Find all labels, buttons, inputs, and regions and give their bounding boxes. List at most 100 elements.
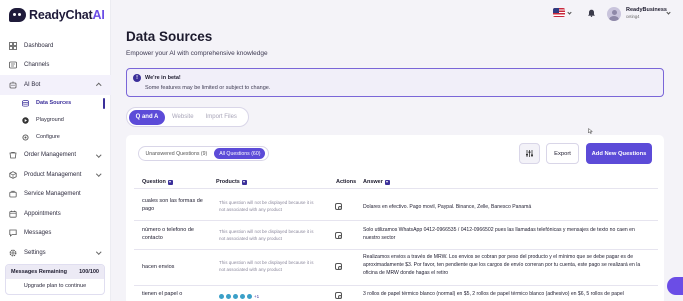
view-action-icon[interactable] (335, 232, 342, 239)
beta-title: We're in beta! (145, 75, 181, 81)
sidebar-subitem-playground[interactable]: Playground (0, 112, 111, 129)
view-action-icon[interactable] (335, 203, 342, 210)
sort-icon[interactable] (167, 179, 173, 185)
view-action-icon[interactable] (335, 292, 342, 299)
more-products-count[interactable]: +1 (254, 294, 259, 299)
column-header-question[interactable]: Question (142, 179, 173, 185)
sort-icon[interactable] (241, 179, 247, 185)
tab-website[interactable]: Website (167, 110, 199, 125)
sidebar-item-appointments[interactable]: Appointments (0, 204, 111, 224)
tab-q-and-a[interactable]: Q and A (129, 109, 165, 125)
column-header-label: Question (142, 179, 166, 185)
products-cell: This question will not be displayed beca… (219, 229, 314, 241)
sidebar-subitem-data-sources[interactable]: Data Sources (0, 95, 111, 112)
page-subtitle: Empower your AI with comprehensive knowl… (126, 50, 268, 57)
column-header-actions: Actions (336, 179, 356, 185)
chevron-down-icon (95, 151, 101, 157)
tab-all-questions[interactable]: All Questions (60) (214, 148, 266, 159)
sidebar-item-settings[interactable]: Settings (0, 243, 111, 263)
question-filter-tabs: Unanswered Questions (9) All Questions (… (138, 146, 269, 161)
column-header-label: Actions (336, 179, 357, 185)
sidebar-item-label: Product Management (24, 171, 82, 178)
view-action-icon[interactable] (335, 263, 342, 270)
calendar-icon (9, 210, 17, 218)
chevron-down-icon (95, 249, 101, 255)
questions-card: Unanswered Questions (9) All Questions (… (126, 135, 664, 301)
beta-banner: ! We're in beta! Some features may be li… (126, 68, 664, 97)
product-avatar (240, 294, 245, 299)
column-header-products[interactable]: Products (216, 179, 247, 185)
sidebar-item-label: Settings (24, 249, 46, 256)
answer-cell: Solo utilizamos WhatsApp 0412-0966535 / … (363, 227, 635, 241)
dashboard-icon (9, 41, 17, 50)
messages-remaining-value: 100/100 (79, 269, 99, 275)
product-avatar (219, 294, 224, 299)
sidebar-item-label: Order Management (24, 152, 77, 159)
product-avatar (226, 294, 231, 299)
mouse-cursor-icon (588, 128, 593, 134)
column-header-answer[interactable]: Answer (363, 179, 390, 185)
filter-button[interactable] (519, 143, 540, 164)
sidebar-subitem-configure[interactable]: Configure (0, 129, 111, 146)
play-icon (22, 116, 29, 124)
source-tabs: Q and A Website Import Files (126, 107, 249, 127)
database-icon (22, 99, 29, 107)
sidebar-item-label: Dashboard (24, 42, 54, 49)
chevron-down-icon[interactable] (567, 10, 572, 15)
sidebar: ReadyChatAI Dashboard Channels AI Bot Da… (0, 0, 111, 301)
tab-unanswered-questions[interactable]: Unanswered Questions (9) (141, 148, 213, 159)
sidebar-item-label: AI Bot (24, 81, 41, 88)
brand-logo[interactable]: ReadyChatAI (9, 8, 105, 22)
brand-name: ReadyChatAI (29, 8, 105, 22)
product-avatar (247, 294, 252, 299)
sidebar-item-channels[interactable]: Channels (0, 56, 111, 76)
question-cell: número o telefono de contacto (142, 227, 194, 241)
avatar[interactable] (607, 7, 621, 21)
active-indicator (103, 97, 105, 109)
sidebar-item-label: Service Management (24, 191, 81, 198)
chat-bubble-icon (9, 8, 26, 22)
upgrade-plan-link[interactable]: Upgrade plan to continue (6, 283, 104, 289)
service-icon (9, 190, 17, 198)
sidebar-item-label: Playground (36, 117, 64, 123)
sidebar-item-label: Messages (24, 230, 52, 237)
export-button[interactable]: Export (546, 143, 579, 164)
sidebar-nav: Dashboard Channels AI Bot Data Sources P… (0, 36, 111, 263)
info-icon: ! (133, 74, 141, 82)
us-flag-icon[interactable] (553, 8, 565, 17)
channels-icon (9, 61, 17, 69)
sidebar-item-service-management[interactable]: Service Management (0, 185, 111, 205)
bot-icon (9, 81, 17, 89)
add-new-questions-button[interactable]: Add New Questions (586, 143, 652, 164)
header-divider (134, 188, 658, 189)
chevron-down-icon (95, 171, 101, 177)
sidebar-item-messages[interactable]: Messages (0, 224, 111, 244)
sidebar-item-order-management[interactable]: Order Management (0, 146, 111, 166)
chevron-down-icon[interactable] (666, 10, 671, 15)
configure-icon (22, 133, 29, 141)
order-icon (9, 151, 17, 159)
product-avatars[interactable]: +1 (219, 294, 259, 299)
answer-cell: Realizamos envios a través de MRW. Los e… (363, 254, 641, 276)
user-name[interactable]: ReadyBusiness (626, 7, 667, 13)
sidebar-item-product-management[interactable]: Product Management (0, 165, 111, 185)
product-icon (9, 171, 17, 179)
sidebar-item-label: Configure (36, 134, 60, 140)
question-cell: tienen el papel o (142, 291, 183, 297)
column-header-label: Products (216, 179, 240, 185)
page-title: Data Sources (126, 29, 213, 44)
chat-launcher-button[interactable] (667, 277, 683, 295)
sidebar-item-dashboard[interactable]: Dashboard (0, 36, 111, 56)
row-divider (134, 285, 658, 286)
row-divider (134, 249, 658, 250)
question-cell: cuales son las formas de pago (142, 198, 203, 212)
products-cell: This question will not be displayed beca… (219, 260, 314, 272)
bell-icon[interactable] (588, 9, 595, 17)
sidebar-item-label: Channels (24, 62, 50, 69)
answer-cell: 3 rollos de papel térmico blanco (normal… (363, 291, 624, 297)
settings-icon (9, 249, 17, 257)
sidebar-item-label: Appointments (24, 210, 61, 217)
tab-import-files[interactable]: Import Files (201, 110, 242, 125)
sort-icon[interactable] (384, 179, 390, 185)
sidebar-item-ai-bot[interactable]: AI Bot (0, 75, 111, 95)
